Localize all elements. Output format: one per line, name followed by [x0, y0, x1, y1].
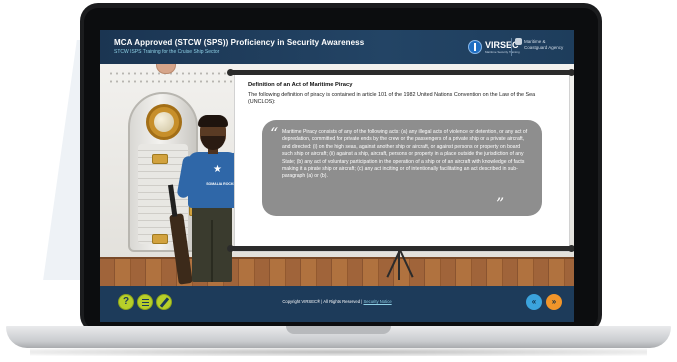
easel-stand [370, 249, 430, 280]
content-intro: The following definition of piracy is co… [248, 92, 536, 106]
star-icon: ★ [213, 164, 222, 175]
next-button[interactable]: » [546, 294, 562, 310]
board-knob [568, 69, 574, 76]
scene: ★ SOMALIA ROCKS Definition of an Act of … [100, 64, 574, 286]
virsec-logo: VIRSEC Maritime Security Training [468, 38, 520, 56]
security-notice-link[interactable]: Security Notice [363, 299, 391, 304]
course-title: MCA Approved (STCW (SPS)) Proficiency in… [114, 38, 365, 47]
course-screen: MCA Approved (STCW (SPS)) Proficiency in… [100, 30, 574, 322]
previous-button[interactable]: « [526, 294, 542, 310]
character-hair [198, 115, 228, 127]
copyright: Copyright VIRSEC® | All Rights Reserved … [100, 299, 574, 304]
porthole [146, 104, 182, 140]
laptop-notch [286, 326, 391, 334]
wood-floor [100, 259, 574, 286]
character-beard [201, 136, 225, 150]
board-top-bar [230, 70, 572, 75]
close-quote-icon: ” [496, 194, 505, 213]
virsec-logo-text: VIRSEC [485, 40, 519, 50]
open-quote-icon: “ [270, 124, 279, 143]
shirt-text: SOMALIA ROCKS [206, 182, 236, 186]
board-knob [227, 245, 234, 252]
board-knob [568, 245, 574, 252]
content-title: Definition of an Act of Maritime Piracy [248, 82, 353, 88]
easel-leg [399, 249, 414, 278]
next-icon: » [551, 297, 557, 306]
virsec-logo-icon [468, 40, 482, 54]
header-bar: MCA Approved (STCW (SPS)) Proficiency in… [100, 30, 574, 64]
previous-icon: « [531, 297, 537, 306]
footer-bar: ? Copyright VIRSEC® | All Rights Reserve… [100, 286, 574, 322]
quote-text: Maritime Piracy consists of any of the f… [282, 129, 528, 180]
mca-logo: Maritime & Coastguard Agency [515, 37, 571, 57]
copyright-text: Copyright VIRSEC® | All Rights Reserved … [282, 299, 363, 304]
logo-divider [511, 38, 512, 56]
door-hinge [152, 154, 168, 164]
character-pants [192, 206, 232, 282]
crest-icon [515, 38, 522, 45]
board-knob [227, 69, 234, 76]
door-hinge [152, 234, 168, 244]
course-subtitle: STCW ISPS Training for the Cruise Ship S… [114, 49, 220, 55]
mca-logo-line1: Maritime & [524, 39, 546, 44]
mca-logo-line2: Coastguard Agency [524, 45, 564, 50]
laptop-shadow [30, 348, 647, 356]
